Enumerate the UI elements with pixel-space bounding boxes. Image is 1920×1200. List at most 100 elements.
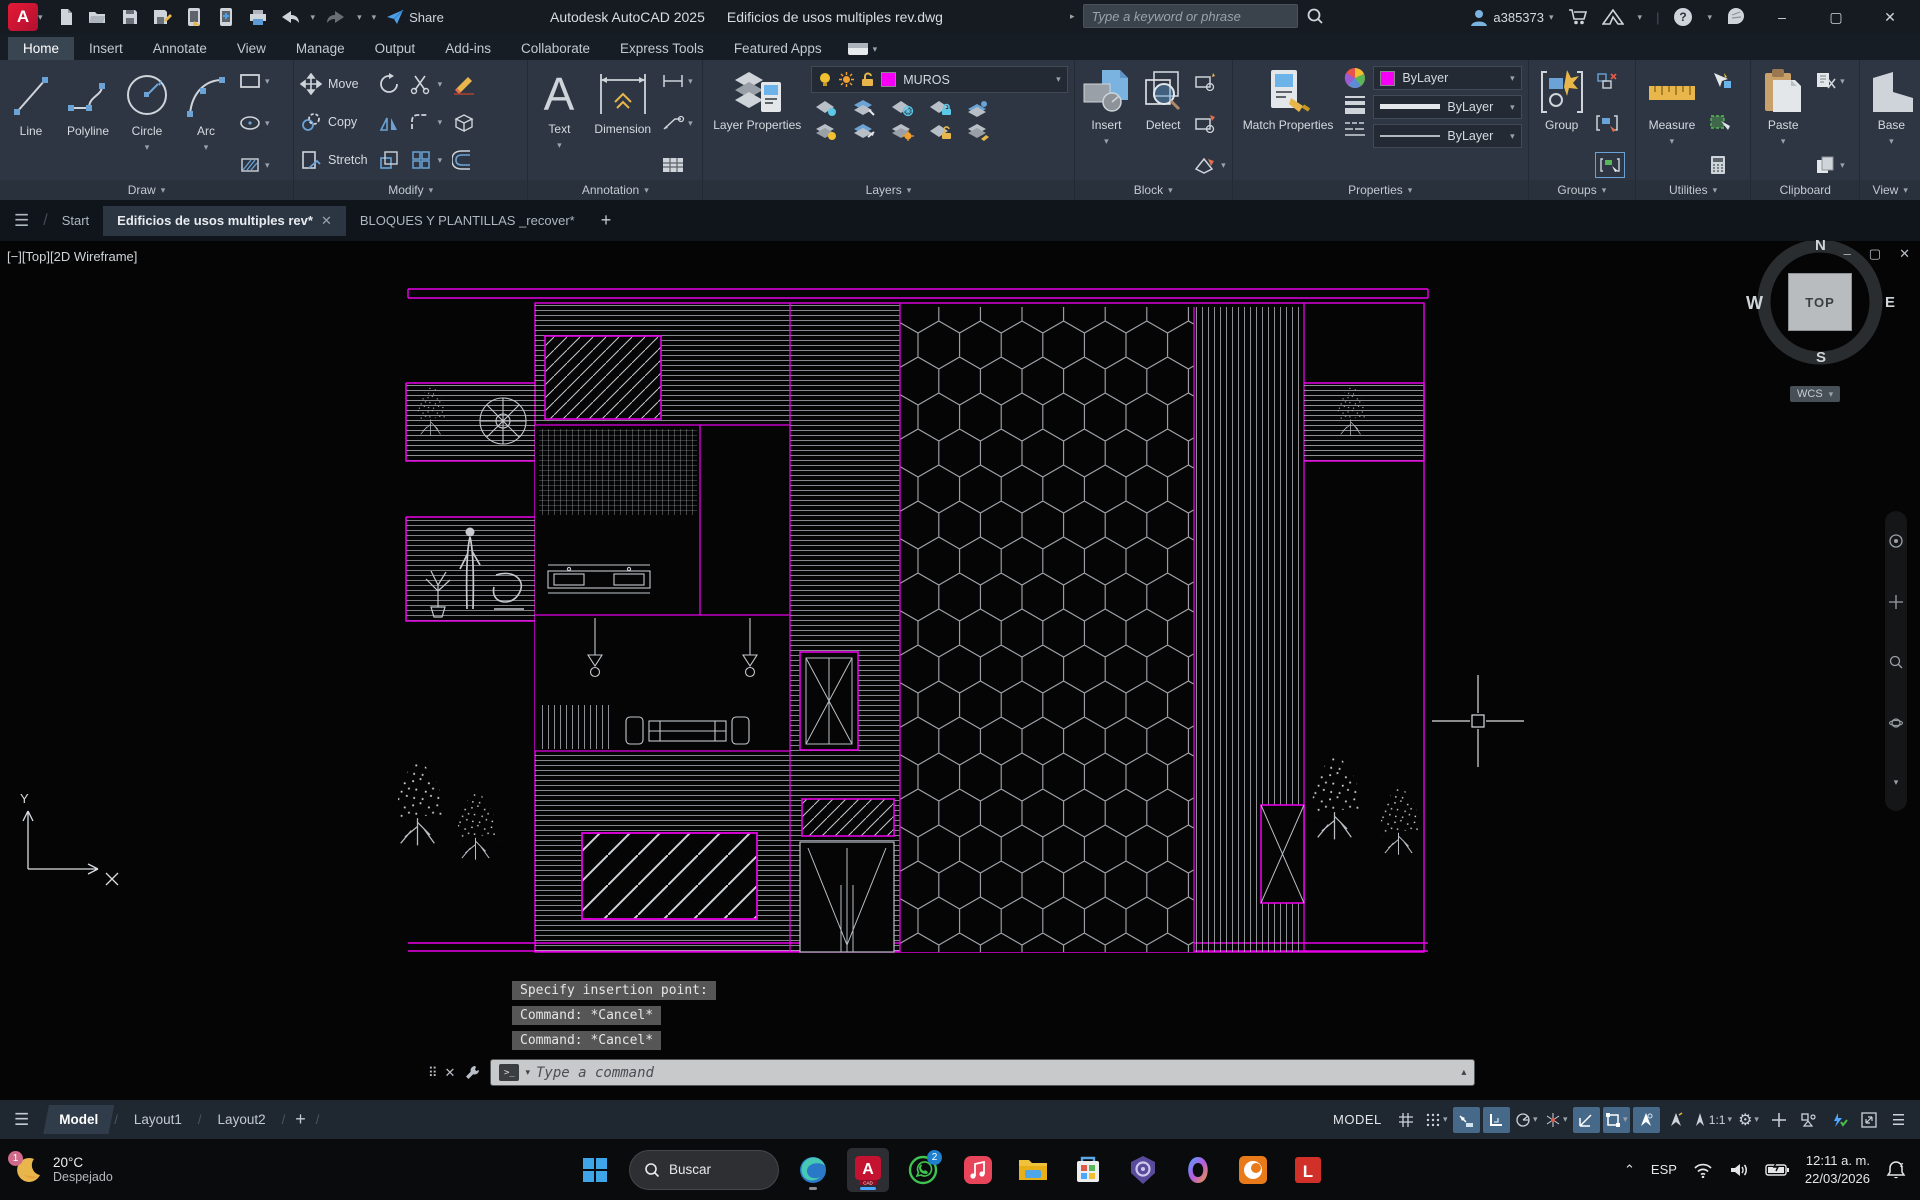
- panel-label-layers[interactable]: Layers▾: [703, 180, 1073, 200]
- layout2-tab[interactable]: Layout2: [202, 1105, 282, 1134]
- ribbon-tab-insert[interactable]: Insert: [74, 37, 138, 60]
- model-tab[interactable]: Model: [43, 1105, 114, 1134]
- file-tabs-menu-icon[interactable]: ☰: [0, 211, 43, 231]
- stretch-button[interactable]: Stretch: [300, 149, 368, 171]
- arc-caret-icon[interactable]: ▾: [204, 142, 209, 153]
- file-tab-start[interactable]: Start: [48, 206, 103, 236]
- weather-widget[interactable]: 1 20°C Despejado: [14, 1155, 244, 1185]
- clean-screen-button[interactable]: [1855, 1107, 1882, 1133]
- customization-menu-icon[interactable]: ☰: [1885, 1107, 1912, 1133]
- layer-paint-button[interactable]: [967, 124, 991, 141]
- l-app-icon[interactable]: L: [1287, 1148, 1329, 1192]
- crunchyroll-app-icon[interactable]: [1232, 1148, 1274, 1192]
- object-snap-toggle[interactable]: ▾: [1603, 1107, 1630, 1133]
- copilot-app-icon[interactable]: [1177, 1148, 1219, 1192]
- drawing-viewport[interactable]: [−][Top][2D Wireframe] – ▢ ✕ N W S E TOP…: [0, 241, 1920, 1100]
- new-drawing-tab-button[interactable]: +: [589, 210, 624, 231]
- autocad-taskbar-icon[interactable]: ACAD: [847, 1148, 889, 1192]
- match-properties-button[interactable]: Match Properties: [1239, 66, 1338, 135]
- panel-label-clipboard[interactable]: Clipboard: [1751, 180, 1859, 200]
- shield-app-icon[interactable]: [1122, 1148, 1164, 1192]
- plot-icon[interactable]: [247, 6, 269, 28]
- command-bar[interactable]: >_ ▾ ▴: [490, 1059, 1475, 1086]
- explode-button[interactable]: [452, 111, 476, 133]
- ribbon-tab-featured-apps[interactable]: Featured Apps: [719, 37, 837, 60]
- panel-label-groups[interactable]: Groups▾: [1529, 180, 1635, 200]
- leader-button[interactable]: ▾: [661, 110, 693, 136]
- quick-select-button[interactable]: [1708, 68, 1732, 94]
- save-to-web-mobile-icon[interactable]: [215, 6, 237, 28]
- keyboard-language[interactable]: ESP: [1651, 1162, 1677, 1177]
- panel-label-properties[interactable]: Properties▾: [1233, 180, 1528, 200]
- arc-button[interactable]: Arc ▾: [180, 66, 232, 155]
- open-from-web-mobile-icon[interactable]: [183, 6, 205, 28]
- nav-orbit-icon[interactable]: [1889, 716, 1903, 730]
- quick-calculator-button[interactable]: [1708, 152, 1732, 178]
- ungroup-button[interactable]: [1595, 68, 1625, 94]
- panel-label-utilities[interactable]: Utilities▾: [1636, 180, 1750, 200]
- layer-properties-button[interactable]: Layer Properties: [709, 66, 805, 135]
- layer-select[interactable]: MUROS ▾: [811, 66, 1067, 93]
- edit-block-button[interactable]: [1194, 110, 1226, 136]
- viewcube-east[interactable]: E: [1885, 294, 1895, 311]
- command-close-icon[interactable]: ✕: [445, 1065, 456, 1081]
- ribbon-display-icon[interactable]: [847, 42, 869, 56]
- command-input[interactable]: [536, 1065, 1455, 1081]
- rotate-button[interactable]: [378, 73, 400, 95]
- tray-expand-chevron-icon[interactable]: ⌃: [1624, 1162, 1635, 1178]
- file-tab-close-icon[interactable]: ✕: [321, 213, 332, 229]
- object-color-select[interactable]: ByLayer▾: [1373, 66, 1521, 90]
- group-button[interactable]: Group: [1535, 66, 1589, 135]
- layer-thaw-all-button[interactable]: [891, 124, 915, 141]
- panel-label-draw[interactable]: Draw▾: [0, 180, 293, 200]
- erase-button[interactable]: [452, 73, 476, 95]
- isolate-objects-button[interactable]: [1795, 1107, 1822, 1133]
- volume-icon[interactable]: [1729, 1162, 1749, 1178]
- window-restore-button[interactable]: ▢: [1816, 2, 1856, 32]
- account-button[interactable]: a385373 ▾: [1470, 8, 1553, 26]
- command-prompt-icon[interactable]: >_: [499, 1064, 519, 1081]
- ribbon-tab-manage[interactable]: Manage: [281, 37, 360, 60]
- redo-icon[interactable]: [325, 6, 347, 28]
- trim-button[interactable]: ▾: [410, 73, 443, 95]
- undo-icon[interactable]: [279, 6, 301, 28]
- hatch-button[interactable]: ▾: [238, 152, 270, 178]
- polyline-button[interactable]: Polyline: [62, 66, 114, 141]
- table-button[interactable]: [661, 152, 693, 178]
- detect-button[interactable]: Detect: [1138, 66, 1188, 135]
- layer-freeze-button[interactable]: [891, 100, 915, 117]
- group-edit-button[interactable]: [1595, 110, 1625, 136]
- panel-label-block[interactable]: Block▾: [1075, 180, 1232, 200]
- circle-button[interactable]: Circle ▾: [120, 66, 174, 155]
- clock[interactable]: 12:11 a. m. 22/03/2026: [1805, 1152, 1870, 1187]
- qat-customize-icon[interactable]: ▾: [372, 12, 377, 23]
- polar-tracking-toggle[interactable]: ▾: [1513, 1107, 1540, 1133]
- edge-app-icon[interactable]: [792, 1148, 834, 1192]
- viewcube-top-face[interactable]: TOP: [1788, 273, 1852, 331]
- move-button[interactable]: Move: [300, 73, 368, 95]
- paste-button[interactable]: Paste ▾: [1757, 66, 1809, 149]
- model-space-toggle[interactable]: MODEL: [1325, 1112, 1390, 1127]
- linetype-select[interactable]: ByLayer▾: [1373, 124, 1521, 148]
- lineweight-select[interactable]: ByLayer▾: [1373, 95, 1521, 119]
- save-icon[interactable]: [119, 6, 141, 28]
- app-store-cart-icon[interactable]: [1568, 8, 1588, 26]
- make-current-layer-button[interactable]: [967, 100, 991, 117]
- new-file-icon[interactable]: [55, 6, 77, 28]
- ellipse-button[interactable]: ▾: [238, 110, 270, 136]
- search-icon[interactable]: [1306, 7, 1324, 25]
- layer-lock-button[interactable]: [929, 100, 953, 117]
- ortho-mode-toggle[interactable]: [1483, 1107, 1510, 1133]
- copy-clip-button[interactable]: ▾: [1815, 152, 1845, 178]
- scale-button[interactable]: [378, 149, 400, 171]
- text-button[interactable]: A Text ▾: [534, 66, 584, 153]
- snap-mode-toggle[interactable]: ▾: [1423, 1107, 1450, 1133]
- panel-label-modify[interactable]: Modify▾: [294, 180, 527, 200]
- view-cube[interactable]: N W S E TOP: [1752, 241, 1892, 401]
- ribbon-tab-express-tools[interactable]: Express Tools: [605, 37, 719, 60]
- new-layout-button[interactable]: +: [285, 1109, 316, 1130]
- ribbon-tab-collaborate[interactable]: Collaborate: [506, 37, 605, 60]
- annotation-autoscale-toggle[interactable]: [1663, 1107, 1690, 1133]
- lineweight-icon[interactable]: [1343, 94, 1367, 116]
- rectangle-button[interactable]: ▾: [238, 68, 270, 94]
